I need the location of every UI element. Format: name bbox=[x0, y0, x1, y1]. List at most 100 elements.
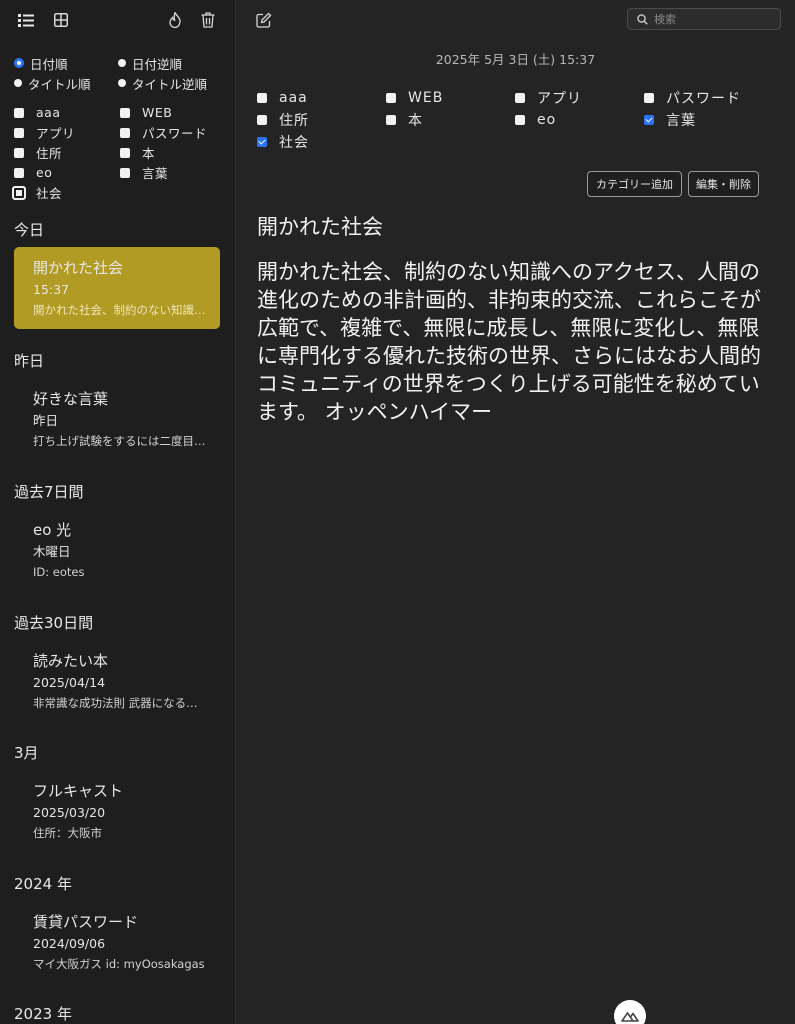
radio-icon bbox=[14, 79, 22, 87]
note-category-app[interactable]: アプリ bbox=[515, 88, 644, 108]
list-view-icon[interactable] bbox=[16, 10, 36, 30]
note-category-web[interactable]: WEB bbox=[386, 88, 515, 108]
group-title-today: 今日 bbox=[14, 221, 45, 239]
sort-label: タイトル順 bbox=[28, 76, 91, 92]
checkbox-icon bbox=[120, 107, 130, 118]
grid-view-icon[interactable] bbox=[51, 10, 71, 30]
note-item-title: 賃貸パスワード bbox=[33, 913, 139, 931]
note-category-society[interactable]: 社会 bbox=[257, 132, 386, 152]
note-item-preview: 非常識な成功法則 武器になる哲学 bbox=[33, 696, 208, 710]
sidebar-category-words[interactable]: 言葉 bbox=[120, 163, 226, 182]
group-title-2023: 2023 年 bbox=[14, 1005, 72, 1023]
checkbox-icon bbox=[386, 115, 396, 125]
note-category-address[interactable]: 住所 bbox=[257, 110, 386, 130]
category-label: eo bbox=[537, 112, 557, 128]
note-body[interactable]: 開かれた社会、制約のない知識へのアクセス、人間の進化のための非計画的、非拘束的交… bbox=[257, 258, 777, 426]
category-label: パスワード bbox=[142, 126, 208, 141]
note-list-item[interactable]: 読みたい本 2025/04/14 非常識な成功法則 武器になる哲学 bbox=[14, 640, 220, 722]
category-label: 社会 bbox=[279, 135, 309, 151]
radio-icon bbox=[118, 79, 126, 87]
sidebar-category-aaa[interactable]: aaa bbox=[14, 103, 120, 122]
group-title-past-7-days: 過去7日間 bbox=[14, 483, 84, 501]
note-category-words[interactable]: 言葉 bbox=[644, 110, 773, 130]
category-label: アプリ bbox=[537, 91, 582, 107]
checkbox-icon bbox=[14, 107, 24, 118]
sort-date-asc[interactable]: 日付順 bbox=[14, 55, 118, 72]
note-item-title: 開かれた社会 bbox=[33, 259, 124, 277]
sidebar-category-app[interactable]: アプリ bbox=[14, 123, 120, 142]
editor-toolbar bbox=[236, 0, 795, 40]
group-title-past-30-days: 過去30日間 bbox=[14, 614, 94, 632]
compose-icon[interactable] bbox=[254, 10, 274, 30]
sort-date-desc[interactable]: 日付逆順 bbox=[118, 55, 222, 72]
checkbox-checked-icon bbox=[644, 115, 654, 125]
category-label: アプリ bbox=[36, 126, 76, 141]
note-category-book[interactable]: 本 bbox=[386, 110, 515, 130]
sidebar-category-web[interactable]: WEB bbox=[120, 103, 226, 122]
sort-options: 日付順 日付逆順 タイトル順 タイトル逆順 bbox=[14, 55, 224, 92]
category-label: aaa bbox=[279, 90, 308, 106]
sidebar-category-address[interactable]: 住所 bbox=[14, 143, 120, 162]
checkbox-checked-icon bbox=[257, 137, 267, 147]
checkbox-icon bbox=[14, 127, 24, 138]
checkbox-icon bbox=[14, 147, 24, 158]
checkbox-focused-icon bbox=[12, 185, 26, 200]
note-list-item[interactable]: 賃貸パスワード 2024/09/06 マイ大阪ガス id: myOosakaga… bbox=[14, 901, 220, 983]
sidebar-category-password[interactable]: パスワード bbox=[120, 123, 226, 142]
category-label: 本 bbox=[408, 113, 423, 129]
sort-label: タイトル逆順 bbox=[132, 76, 208, 92]
sort-title-asc[interactable]: タイトル順 bbox=[14, 75, 118, 92]
note-list-item[interactable]: フルキャスト 2025/03/20 住所：大阪市 bbox=[14, 770, 220, 852]
note-list-item[interactable]: 好きな言葉 昨日 打ち上げ試験をするには二度目の打ち上げ bbox=[14, 378, 220, 460]
category-label: 住所 bbox=[279, 113, 309, 129]
category-label: aaa bbox=[36, 105, 61, 120]
category-label: パスワード bbox=[666, 91, 741, 107]
category-label: eo bbox=[36, 165, 53, 180]
search-icon bbox=[637, 10, 648, 29]
checkbox-icon bbox=[120, 147, 130, 158]
category-label: 住所 bbox=[36, 146, 63, 161]
checkbox-icon bbox=[515, 93, 525, 103]
note-item-preview: マイ大阪ガス id: myOosakagas bbox=[33, 957, 205, 971]
checkbox-icon bbox=[120, 127, 130, 138]
group-title-2024: 2024 年 bbox=[14, 875, 72, 893]
group-title-march: 3月 bbox=[14, 744, 39, 762]
sidebar: 日付順 日付逆順 タイトル順 タイトル逆順 aaa WEB アプリ パスワード … bbox=[0, 0, 236, 1024]
sidebar-category-book[interactable]: 本 bbox=[120, 143, 226, 162]
category-label: 言葉 bbox=[142, 166, 169, 181]
sidebar-category-filter: aaa WEB アプリ パスワード 住所 本 eo 言葉 社会 bbox=[12, 103, 226, 202]
note-category-eo[interactable]: eo bbox=[515, 110, 644, 130]
search-field[interactable] bbox=[627, 8, 781, 30]
note-list-item[interactable]: eo 光 木曜日 ID: eotes bbox=[14, 509, 220, 591]
search-input[interactable] bbox=[654, 12, 769, 26]
note-item-title: フルキャスト bbox=[33, 782, 124, 800]
sidebar-category-society[interactable]: 社会 bbox=[12, 183, 120, 202]
note-category-password[interactable]: パスワード bbox=[644, 88, 773, 108]
sort-label: 日付逆順 bbox=[132, 56, 183, 72]
note-item-date: 木曜日 bbox=[33, 544, 71, 559]
sidebar-toolbar bbox=[0, 0, 235, 40]
note-item-title: 好きな言葉 bbox=[33, 390, 109, 408]
mountain-logo-icon bbox=[621, 1007, 639, 1024]
category-label: WEB bbox=[408, 90, 444, 106]
edit-delete-button[interactable]: 編集・削除 bbox=[688, 171, 759, 197]
flame-icon[interactable] bbox=[165, 10, 185, 30]
add-category-button[interactable]: カテゴリー追加 bbox=[587, 171, 682, 197]
note-item-preview: 開かれた社会、制約のない知識へのアクセス、 bbox=[33, 303, 208, 317]
sort-title-desc[interactable]: タイトル逆順 bbox=[118, 75, 222, 92]
category-label: 言葉 bbox=[666, 113, 696, 129]
note-item-preview: ID: eotes bbox=[33, 565, 85, 579]
radio-selected-icon bbox=[14, 58, 24, 68]
note-title[interactable]: 開かれた社会 bbox=[257, 211, 383, 241]
category-label: WEB bbox=[142, 105, 173, 120]
note-list-item[interactable]: 開かれた社会 15:37 開かれた社会、制約のない知識へのアクセス、 bbox=[14, 247, 220, 329]
note-item-date: 2025/04/14 bbox=[33, 675, 106, 690]
checkbox-icon bbox=[644, 93, 654, 103]
note-item-date: 2025/03/20 bbox=[33, 805, 106, 820]
trash-icon[interactable] bbox=[198, 10, 218, 30]
checkbox-icon bbox=[386, 93, 396, 103]
app-logo-button[interactable] bbox=[614, 1000, 646, 1024]
sidebar-category-eo[interactable]: eo bbox=[14, 163, 120, 182]
note-category-aaa[interactable]: aaa bbox=[257, 88, 386, 108]
note-item-preview: 打ち上げ試験をするには二度目の打ち上げ bbox=[33, 434, 208, 448]
